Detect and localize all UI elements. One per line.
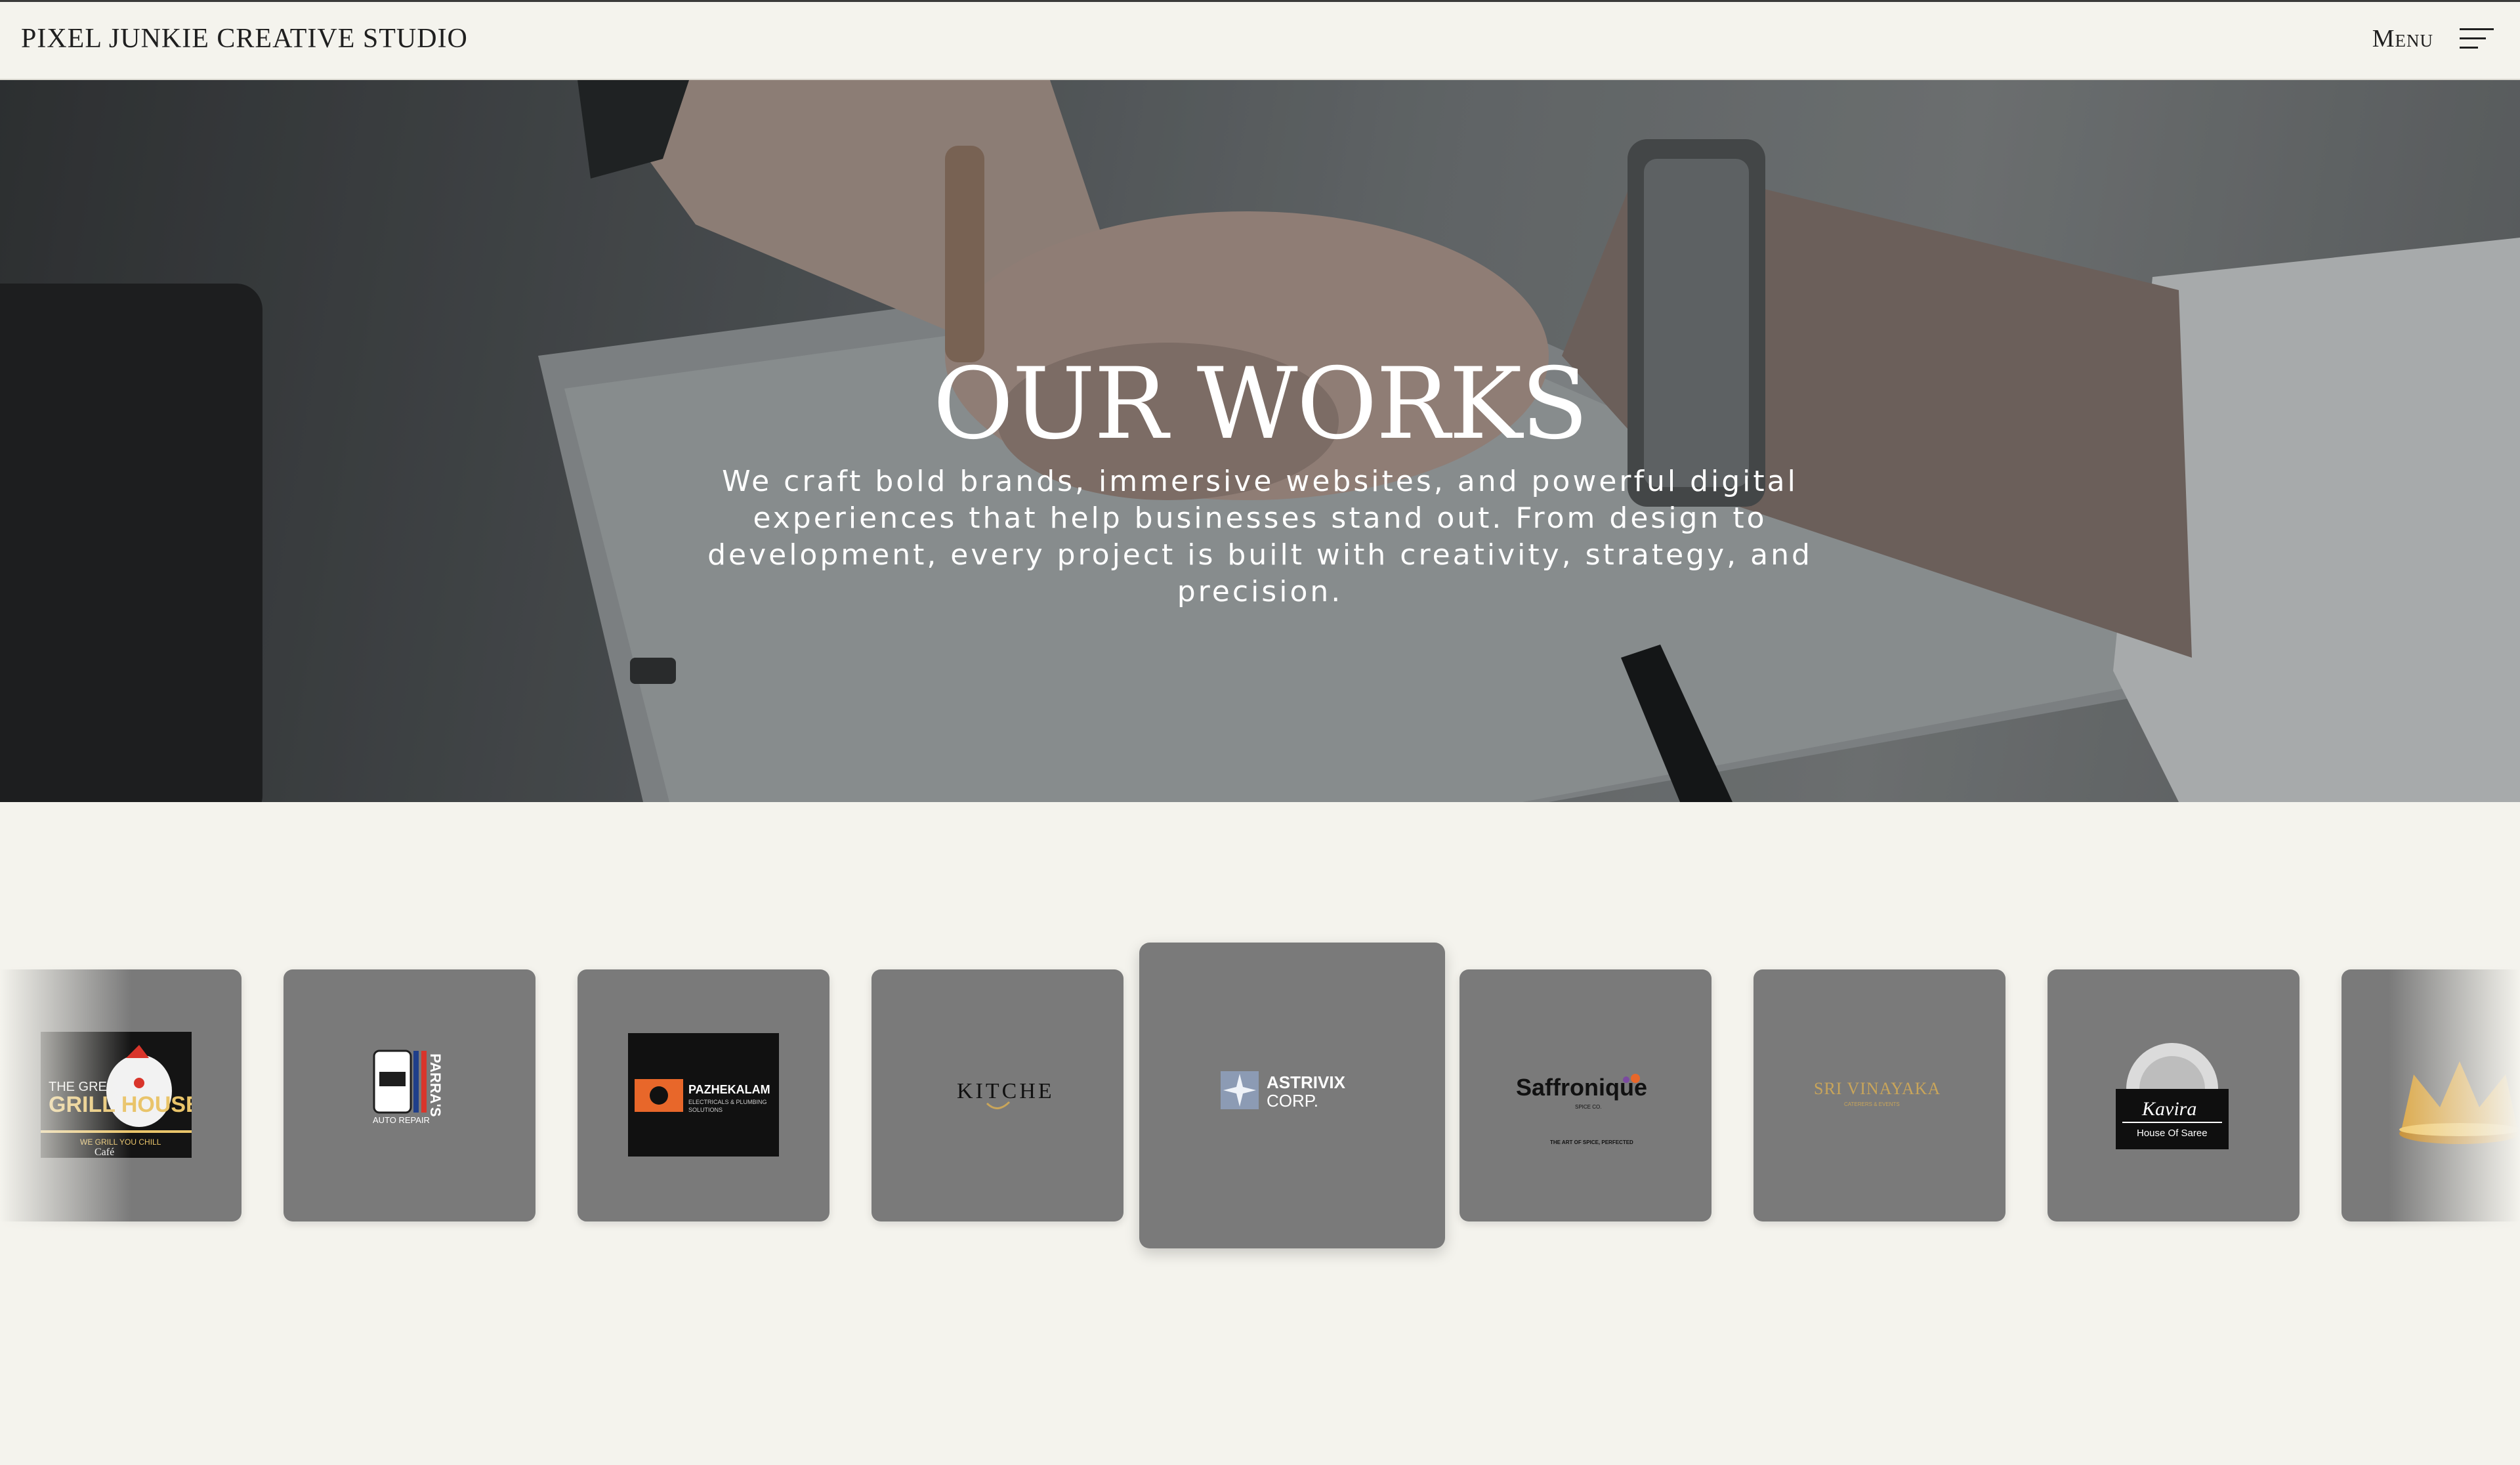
astrivix-line-1: ASTRIVIX <box>1267 1072 1346 1092</box>
menu-button[interactable]: Menu <box>2372 24 2494 53</box>
work-card-pazhekalam[interactable]: PAZHEKALAM ELECTRICALS & PLUMBING SOLUTI… <box>578 969 830 1221</box>
saffronique-line-2: SPICE CO. <box>1575 1104 1601 1110</box>
work-card-kitchen[interactable]: KITCHEN <box>872 969 1124 1221</box>
kavira-logo: Kavira House Of Saree <box>2116 1043 2229 1149</box>
sri-vinayaka-logo: SRI VINAYAKA CATERERS & EVENTS <box>1814 1079 1941 1107</box>
hero-description: We craft bold brands, immersive websites… <box>707 465 1813 608</box>
kavira-line-1: Kavira <box>2141 1098 2196 1120</box>
parras-line-1: PARRA'S <box>427 1053 444 1117</box>
hero-banner: OUR WORKS We craft bold brands, immersiv… <box>0 80 2520 802</box>
kitchen-logo: KITCHEN <box>957 1079 1051 1109</box>
work-card-parras[interactable]: PARRA'S AUTO REPAIR <box>284 969 536 1221</box>
crown-logo <box>2399 1061 2520 1144</box>
page-title: OUR WORKS <box>933 347 1589 461</box>
pazhekalam-line-1: PAZHEKALAM <box>688 1083 770 1096</box>
parras-line-2: AUTO REPAIR <box>373 1115 430 1125</box>
sri-vinayaka-line-2: CATERERS & EVENTS <box>1844 1101 1900 1107</box>
grill-house-line-4: Café <box>94 1147 114 1158</box>
kitchen-line-1: KITCHEN <box>957 1079 1051 1103</box>
grill-house-line-2: GRILL HOUSE <box>49 1092 192 1117</box>
work-card-grill-house[interactable]: THE GREAT GRILL HOUSE WE GRILL YOU CHILL… <box>0 969 242 1221</box>
brand-logo-text[interactable]: PIXEL JUNKIE CREATIVE STUDIO <box>21 23 468 54</box>
saffronique-line-3: THE ART OF SPICE, PERFECTED <box>1550 1139 1633 1145</box>
menu-label: Menu <box>2372 25 2433 53</box>
sri-vinayaka-line-1: SRI VINAYAKA <box>1814 1079 1941 1098</box>
work-card-kavira[interactable]: Kavira House Of Saree <box>2048 969 2300 1221</box>
parras-logo: PARRA'S AUTO REPAIR <box>373 1050 444 1125</box>
work-card-saffronique[interactable]: Saffronique SPICE CO. THE ART OF SPICE, … <box>1460 969 1712 1221</box>
work-card-astrivix[interactable]: ASTRIVIX CORP. <box>1139 943 1445 1248</box>
grill-house-line-3: WE GRILL YOU CHILL <box>80 1137 161 1147</box>
kavira-line-2: House Of Saree <box>2137 1128 2208 1139</box>
pazhekalam-line-3: SOLUTIONS <box>688 1107 723 1113</box>
hamburger-menu-icon <box>2460 28 2494 49</box>
saffronique-logo: Saffronique SPICE CO. THE ART OF SPICE, … <box>1516 1074 1647 1145</box>
astrivix-line-2: CORP. <box>1267 1091 1318 1111</box>
work-card-sri-vinayaka[interactable]: SRI VINAYAKA CATERERS & EVENTS <box>1754 969 2006 1221</box>
astrivix-logo: ASTRIVIX CORP. <box>1221 1071 1346 1111</box>
grill-house-logo: THE GREAT GRILL HOUSE WE GRILL YOU CHILL… <box>41 1032 192 1158</box>
pazhekalam-logo: PAZHEKALAM ELECTRICALS & PLUMBING SOLUTI… <box>628 1033 779 1157</box>
site-header: PIXEL JUNKIE CREATIVE STUDIO Menu <box>0 0 2520 80</box>
work-card-crown[interactable] <box>2342 969 2520 1221</box>
pazhekalam-line-2: ELECTRICALS & PLUMBING <box>688 1099 767 1105</box>
